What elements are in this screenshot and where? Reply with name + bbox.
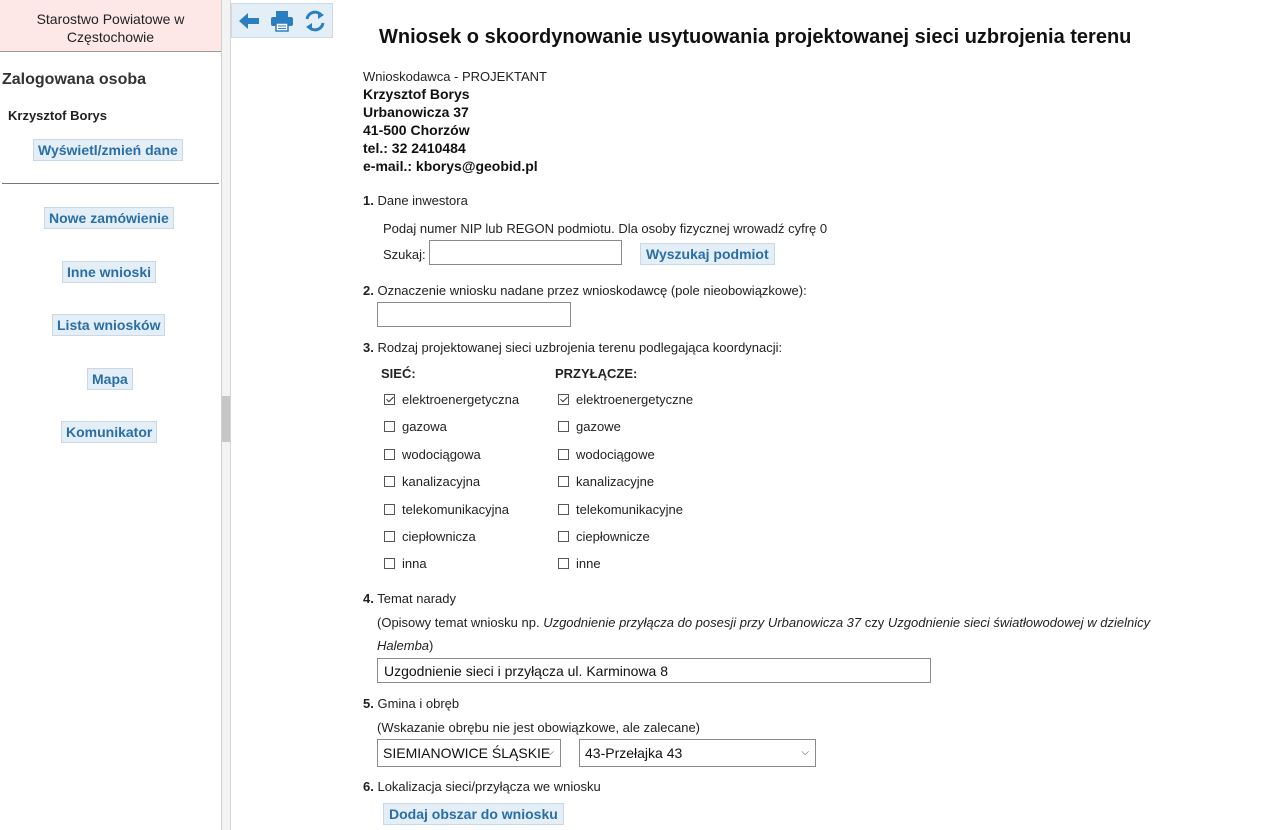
- network-type-checkbox[interactable]: [384, 394, 395, 405]
- investor-search-input[interactable]: [429, 240, 622, 265]
- refresh-icon[interactable]: [303, 10, 327, 32]
- network-type-checkbox[interactable]: [384, 558, 395, 570]
- applicant-phone: tel.: 32 2410484: [363, 140, 466, 156]
- section-2-label: Oznaczenie wniosku nadane przez wnioskod…: [377, 283, 807, 298]
- topic-hint-connector: czy: [861, 615, 888, 630]
- add-area-button[interactable]: Dodaj obszar do wniosku: [383, 803, 564, 825]
- connection-type-label: elektroenergetyczne: [576, 392, 694, 407]
- network-type-checkbox[interactable]: [384, 421, 395, 433]
- connection-type-label: telekomunikacyjne: [576, 501, 683, 517]
- network-column-header: SIEĆ:: [381, 366, 416, 381]
- municipality-select[interactable]: SIEMIANOWICE ŚLĄSKIE ⌵: [377, 739, 561, 767]
- topic-hint-example-1: Uzgodnienie przyłącza do posesji przy Ur…: [543, 615, 862, 630]
- nav-other-applications[interactable]: Inne wnioski: [62, 261, 157, 283]
- applicant-name: Krzysztof Borys: [363, 86, 470, 102]
- nav-messenger[interactable]: Komunikator: [61, 421, 158, 443]
- section-5-heading: 5. Gmina i obręb: [363, 696, 459, 711]
- back-arrow-icon[interactable]: [237, 10, 261, 32]
- connection-type-checkbox[interactable]: [558, 558, 569, 570]
- precinct-select-value: 43-Przełajka 43: [585, 745, 683, 761]
- section-5-label: Gmina i obręb: [377, 696, 460, 711]
- connection-type-label: inne: [576, 556, 601, 572]
- network-type-label: gazowa: [402, 419, 447, 435]
- connection-type-checkbox[interactable]: [558, 531, 569, 542]
- section-4-number: 4.: [363, 591, 374, 606]
- connection-type-label: ciepłownicze: [576, 529, 650, 544]
- topic-hint-example-2: Uzgodnienie sieci światłowodowej w dziel…: [887, 615, 1151, 630]
- precinct-select[interactable]: 43-Przełajka 43 ⌵: [579, 739, 816, 767]
- network-type-label: elektroenergetyczna: [402, 392, 520, 407]
- logged-user-heading: Zalogowana osoba: [2, 71, 147, 88]
- topic-hint-line2: Halemba): [377, 638, 433, 653]
- connection-type-label: wodociągowe: [576, 446, 655, 462]
- section-4-label: Temat narady: [377, 591, 456, 606]
- region-hint: (Wskazanie obrębu nie jest obowiązkowe, …: [377, 720, 701, 735]
- topic-hint-line1: (Opisowy temat wniosku np. Uzgodnienie p…: [377, 615, 1150, 630]
- applicant-role: Wnioskodawca - PROJEKTANT: [363, 69, 547, 84]
- network-type-checkbox[interactable]: [384, 476, 395, 488]
- network-type-checkbox[interactable]: [384, 531, 395, 542]
- section-1-label: Dane inwestora: [377, 193, 468, 208]
- toolbar: [231, 3, 333, 38]
- section-2-number: 2.: [363, 283, 374, 298]
- connection-type-label: kanalizacyjne: [576, 474, 655, 490]
- section-2-heading: 2. Oznaczenie wniosku nadane przez wnios…: [363, 283, 807, 298]
- network-type-label: kanalizacyjna: [402, 474, 481, 490]
- application-id-input[interactable]: [377, 302, 571, 327]
- page-title: Wniosek o skoordynowanie usytuowania pro…: [379, 26, 1132, 48]
- sidebar: Starostwo Powiatowe w Częstochowie Zalog…: [0, 0, 222, 830]
- office-header: Starostwo Powiatowe w Częstochowie: [0, 0, 221, 52]
- section-1-heading: 1. Dane inwestora: [363, 193, 468, 208]
- network-type-label: wodociągowa: [402, 446, 481, 462]
- connection-type-checkbox[interactable]: [558, 503, 569, 515]
- connection-column-header: PRZYŁĄCZE:: [555, 366, 638, 381]
- applicant-street: Urbanowicza 37: [363, 104, 469, 120]
- topic-hint-example-3: Halemba: [377, 638, 430, 653]
- section-3-heading: 3. Rodzaj projektowanej sieci uzbrojenia…: [363, 340, 782, 355]
- municipality-select-value: SIEMIANOWICE ŚLĄSKIE: [383, 745, 551, 761]
- network-type-label: telekomunikacyjna: [402, 501, 509, 517]
- logged-user-name: Krzysztof Borys: [8, 108, 107, 123]
- network-type-label: ciepłownicza: [402, 529, 476, 544]
- applicant-city: 41-500 Chorzów: [363, 122, 470, 138]
- network-type-checkbox[interactable]: [384, 503, 395, 515]
- section-3-number: 3.: [363, 340, 374, 355]
- sidebar-divider: [2, 183, 219, 184]
- chevron-down-icon: ⌵: [546, 747, 554, 758]
- connection-type-label: gazowe: [576, 419, 621, 435]
- sidebar-scrollbar-thumb[interactable]: [222, 396, 230, 442]
- section-6-number: 6.: [363, 779, 374, 794]
- connection-type-checkbox[interactable]: [558, 476, 569, 488]
- topic-hint-prefix: (Opisowy temat wniosku np.: [377, 615, 544, 630]
- section-6-heading: 6. Lokalizacja sieci/przyłącza we wniosk…: [363, 779, 601, 794]
- connection-type-checkbox[interactable]: [558, 394, 569, 405]
- search-entity-button[interactable]: Wyszukaj podmiot: [640, 243, 775, 265]
- print-icon[interactable]: [270, 10, 294, 32]
- office-name-line2: Częstochowie: [66, 29, 155, 45]
- chevron-down-icon: ⌵: [801, 747, 809, 758]
- office-name-line1: Starostwo Powiatowe w: [36, 11, 185, 27]
- section-4-heading: 4. Temat narady: [363, 591, 456, 606]
- section-5-number: 5.: [363, 696, 374, 711]
- network-type-checkbox[interactable]: [384, 448, 395, 460]
- nav-new-order[interactable]: Nowe zamówienie: [44, 207, 174, 229]
- section-3-label: Rodzaj projektowanej sieci uzbrojenia te…: [377, 340, 783, 355]
- nav-map[interactable]: Mapa: [87, 368, 133, 390]
- topic-hint-suffix: ): [429, 638, 434, 653]
- section-1-number: 1.: [363, 193, 374, 208]
- edit-profile-button[interactable]: Wyświetl/zmień dane: [33, 139, 183, 161]
- meeting-topic-input[interactable]: [377, 658, 931, 683]
- nav-applications-list[interactable]: Lista wniosków: [52, 314, 166, 336]
- connection-type-checkbox[interactable]: [558, 421, 569, 433]
- search-label: Szukaj:: [383, 247, 426, 262]
- network-type-label: inna: [402, 556, 427, 572]
- connection-type-checkbox[interactable]: [558, 448, 569, 460]
- section-6-label: Lokalizacja sieci/przyłącza we wniosku: [377, 779, 601, 794]
- investor-hint: Podaj numer NIP lub REGON podmiotu. Dla …: [383, 221, 828, 236]
- applicant-email: e-mail.: kborys@geobid.pl: [363, 158, 538, 174]
